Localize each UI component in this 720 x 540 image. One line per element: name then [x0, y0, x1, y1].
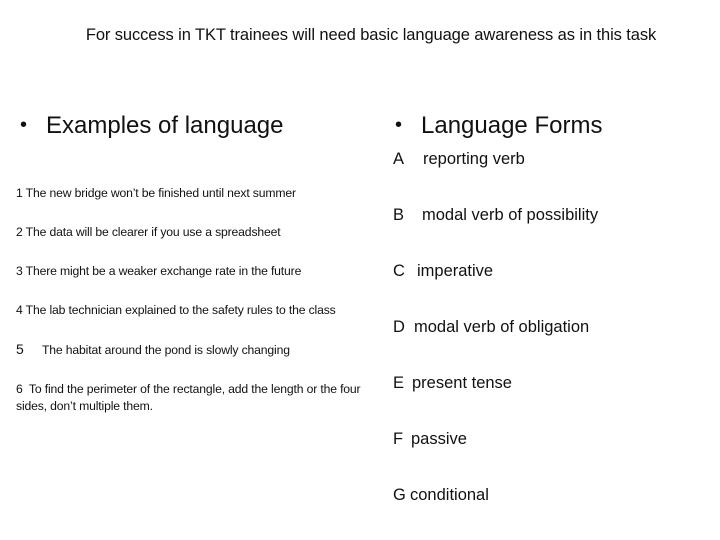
example-text: The new bridge won’t be finished until n…: [25, 186, 296, 200]
example-number: 5: [16, 341, 24, 357]
example-item: 3 There might be a weaker exchange rate …: [16, 264, 301, 278]
form-letter: A: [393, 150, 405, 168]
examples-heading: • Examples of language: [20, 112, 284, 140]
forms-heading: • Language Forms: [395, 112, 602, 140]
form-text: modal verb of obligation: [414, 318, 590, 336]
form-text: passive: [411, 430, 467, 448]
form-item: Fpassive: [393, 430, 467, 449]
form-letter: F: [393, 430, 404, 448]
example-item: 4 The lab technician explained to the sa…: [16, 303, 336, 317]
example-number: 1: [16, 186, 23, 200]
form-letter: G: [393, 486, 406, 504]
form-letter: E: [393, 374, 405, 392]
form-item: Epresent tense: [393, 374, 512, 393]
form-text: present tense: [412, 374, 512, 392]
bullet-icon: •: [395, 114, 403, 136]
examples-heading-text: Examples of language: [46, 112, 284, 139]
example-text: The lab technician explained to the safe…: [25, 303, 336, 317]
slide-title: For success in TKT trainees will need ba…: [85, 26, 657, 44]
form-letter: D: [393, 318, 405, 336]
form-text: reporting verb: [423, 150, 525, 168]
form-item: Gconditional: [393, 486, 489, 505]
example-number: 2: [16, 225, 23, 239]
form-item: Bmodal verb of possibility: [393, 206, 598, 225]
form-text: conditional: [410, 486, 489, 504]
form-letter: C: [393, 262, 405, 280]
example-number: 4: [16, 303, 23, 317]
form-text: imperative: [417, 262, 494, 280]
example-item: 5 The habitat around the pond is slowly c…: [16, 341, 290, 357]
form-text: modal verb of possibility: [422, 206, 599, 224]
form-letter: B: [393, 206, 405, 224]
example-number: 6: [16, 382, 23, 396]
example-number: 3: [16, 264, 23, 278]
forms-heading-text: Language Forms: [421, 112, 603, 139]
example-item: 1 The new bridge won’t be finished until…: [16, 186, 296, 200]
example-text: The habitat around the pond is slowly ch…: [42, 343, 290, 357]
example-item: 2 The data will be clearer if you use a …: [16, 225, 281, 239]
form-item: Areporting verb: [393, 150, 525, 169]
form-item: Cimperative: [393, 262, 493, 281]
example-text: There might be a weaker exchange rate in…: [25, 264, 302, 278]
form-item: Dmodal verb of obligation: [393, 318, 589, 337]
bullet-icon: •: [20, 114, 28, 136]
example-item: 6 To find the perimeter of the rectangle…: [16, 381, 376, 415]
example-text: To find the perimeter of the rectangle, …: [16, 382, 361, 413]
example-text: The data will be clearer if you use a sp…: [25, 225, 281, 239]
